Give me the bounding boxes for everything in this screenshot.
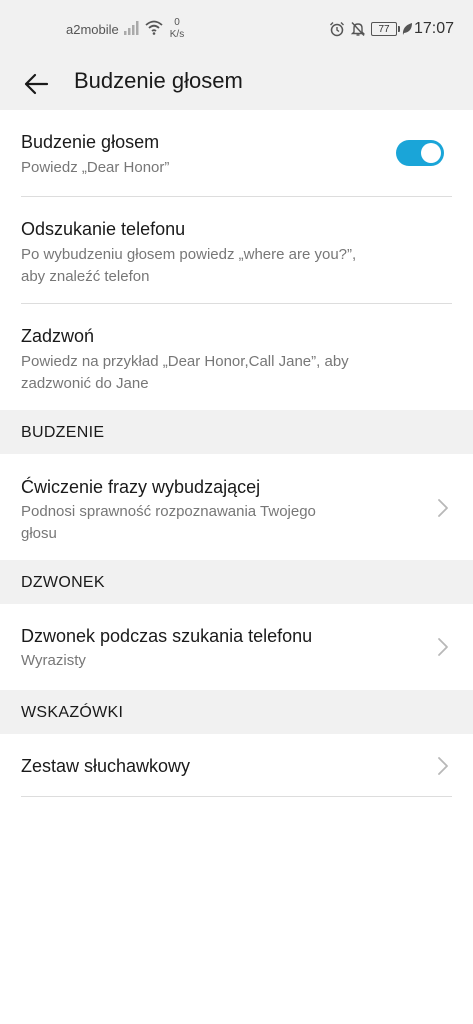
arrow-left-icon: [24, 73, 49, 95]
wakeup-training-title: Ćwiczenie frazy wybudzającej: [21, 477, 261, 497]
page-title: Budzenie głosem: [74, 68, 243, 93]
find-ringtone-title: Dzwonek podczas szukania telefonu: [21, 626, 313, 646]
status-bar: a2mobile 0 K/s 77 17:07: [0, 0, 473, 58]
bell-off-icon: [350, 22, 366, 36]
section-header-tips: WSKAZÓWKI: [0, 690, 473, 734]
headset-title: Zestaw słuchawkowy: [21, 756, 191, 776]
toggle-knob: [421, 143, 441, 163]
find-ringtone-subtitle: Wyrazisty: [21, 652, 86, 669]
section-header-wakeup: BUDZENIE: [0, 410, 473, 454]
voice-wakeup-toggle[interactable]: [396, 140, 444, 166]
find-phone-row[interactable]: Odszukanie telefonu Po wybudzeniu głosem…: [0, 197, 473, 304]
chevron-right-icon: [438, 757, 448, 775]
voice-wakeup-row[interactable]: Budzenie głosem Powiedz „Dear Honor”: [0, 110, 473, 197]
alarm-icon: [330, 22, 344, 37]
find-ringtone-row[interactable]: Dzwonek podczas szukania telefonu Wyrazi…: [0, 604, 473, 690]
wifi-icon: [145, 20, 163, 35]
call-row[interactable]: Zadzwoń Powiedz na przykład „Dear Honor,…: [0, 304, 473, 410]
call-title: Zadzwoń: [21, 326, 95, 346]
signal-icon: [124, 21, 139, 35]
battery-icon: 77: [371, 22, 400, 36]
chevron-right-icon: [438, 638, 448, 656]
leaf-icon: [402, 23, 412, 35]
network-speed: 0 K/s: [169, 17, 185, 40]
wakeup-training-subtitle: Podnosi sprawność rozpoznawania Twojego …: [21, 503, 316, 542]
divider: [21, 796, 452, 797]
find-phone-title: Odszukanie telefonu: [21, 219, 186, 239]
carrier-name: a2mobile: [66, 22, 119, 37]
app-bar: Budzenie głosem: [0, 58, 473, 110]
call-subtitle: Powiedz na przykład „Dear Honor,Call Jan…: [21, 353, 349, 392]
chevron-right-icon: [438, 499, 448, 517]
section-header-ringtone: DZWONEK: [0, 560, 473, 604]
find-phone-subtitle: Po wybudzeniu głosem powiedz „where are …: [21, 246, 357, 285]
voice-wakeup-subtitle: Powiedz „Dear Honor”: [21, 159, 170, 176]
headset-row[interactable]: Zestaw słuchawkowy: [0, 734, 473, 797]
clock: 17:07: [414, 20, 455, 37]
wakeup-training-row[interactable]: Ćwiczenie frazy wybudzającej Podnosi spr…: [0, 454, 473, 560]
back-button[interactable]: [18, 66, 54, 102]
voice-wakeup-title: Budzenie głosem: [21, 132, 160, 152]
